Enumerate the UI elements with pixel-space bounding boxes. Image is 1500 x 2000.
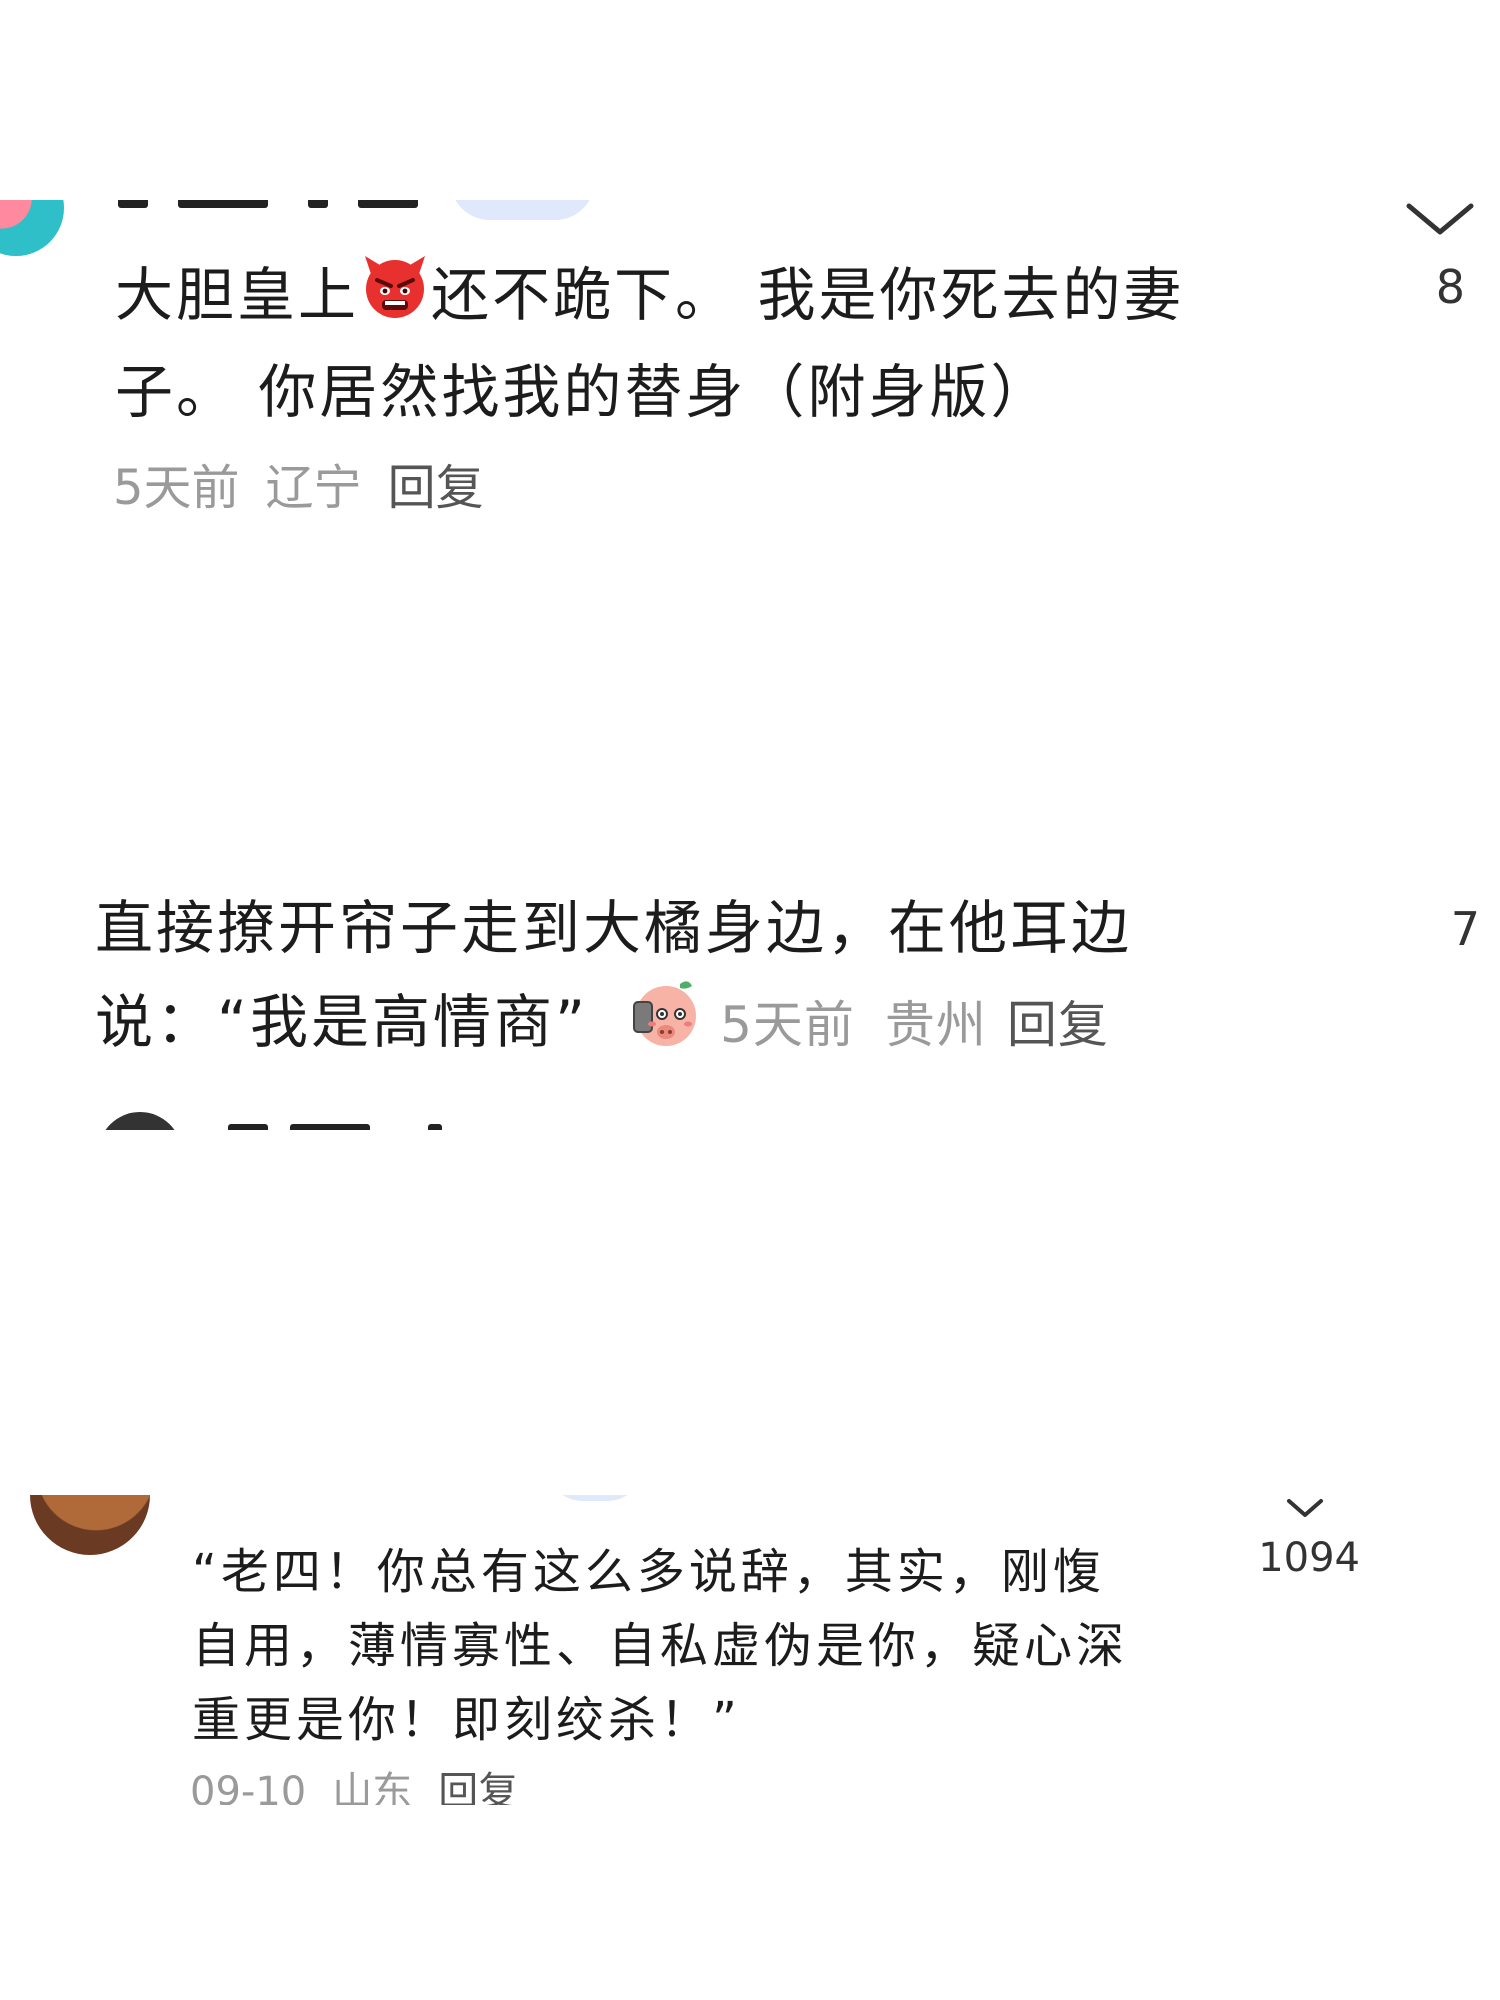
comment-time: 09-10 <box>190 1769 307 1805</box>
comment-time: 5天前 <box>720 996 855 1055</box>
comment-text: “老四！你总有这么多说辞，其实，刚愎自用，薄情寡性、自私虚伪是你，疑心深重更是你… <box>192 1544 1129 1748</box>
comment-meta: 5天前 辽宁 回复 <box>113 458 510 510</box>
username-cut <box>118 200 418 214</box>
avatar[interactable] <box>98 1112 182 1130</box>
pig-phone-emoji <box>624 974 702 1078</box>
user-tag <box>545 1495 645 1501</box>
comment-2: 直接撩开帘子走到大橘身边，在他耳边说：“我是高情商” 5天前 贵州 回复 7 <box>0 862 1500 1130</box>
comment-meta: 09-10 山东 回复 <box>190 1767 544 1805</box>
like-count[interactable]: 1094 <box>1240 1535 1360 1581</box>
comment-time: 5天前 <box>113 460 240 510</box>
avatar[interactable] <box>0 200 64 256</box>
comment-location: 辽宁 <box>265 460 362 510</box>
comment-text: 直接撩开帘子走到大橘身边，在他耳边说：“我是高情商” 5天前 贵州 回复 <box>95 882 1305 1078</box>
chevron-down-icon[interactable] <box>1285 1495 1325 1525</box>
comment-location: 山东 <box>332 1769 413 1805</box>
comment-3: “老四！你总有这么多说辞，其实，刚愎自用，薄情寡性、自私虚伪是你，疑心深重更是你… <box>0 1495 1500 1805</box>
reply-button[interactable]: 回复 <box>388 460 484 510</box>
avatar[interactable] <box>30 1495 150 1555</box>
comment-text: 大胆皇上 还不跪下。 我是你死去的妻子。 你居然找我的替身（附身版） <box>115 250 1305 437</box>
reply-button[interactable]: 回复 <box>1007 996 1109 1054</box>
like-count[interactable]: 7 <box>1420 902 1480 956</box>
chevron-down-icon[interactable] <box>1405 200 1475 244</box>
comment-1: 大胆皇上 还不跪下。 我是你死去的妻子。 你居然找我的替身（附身版） 5天前 辽宁回… <box>0 200 1500 510</box>
reply-button[interactable]: 回复 <box>438 1769 518 1805</box>
comment-meta: 5天前 贵州 回复 <box>720 996 1109 1054</box>
user-tag <box>450 200 595 220</box>
like-count[interactable]: 8 <box>1380 260 1465 314</box>
angry-devil-emoji <box>359 250 431 347</box>
username-cut <box>228 1120 468 1130</box>
comment-location: 贵州 <box>884 996 987 1055</box>
